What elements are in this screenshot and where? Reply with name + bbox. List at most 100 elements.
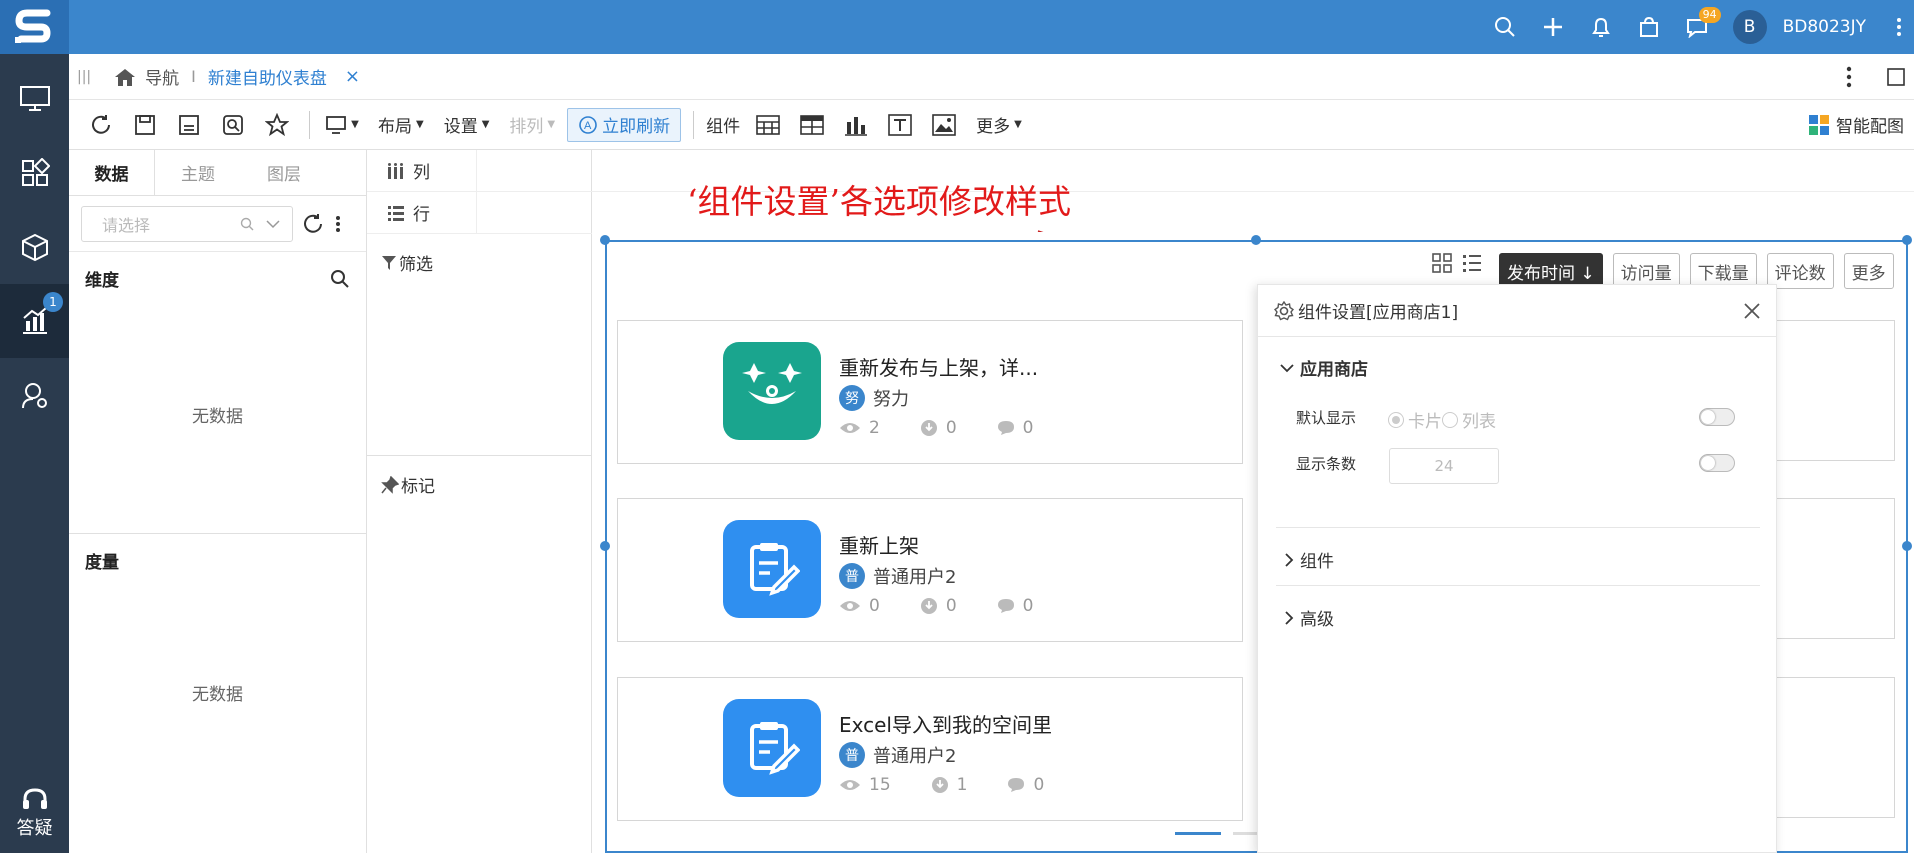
author-badge: 普 [839, 563, 865, 589]
layout-dropdown[interactable]: 布局 ▼ [370, 108, 432, 142]
preview-icon[interactable] [213, 108, 253, 142]
app-card-author: 普普通用户2 [839, 563, 956, 589]
message-icon[interactable]: 94 [1673, 0, 1721, 54]
home-icon[interactable] [113, 67, 137, 87]
filter-shelf[interactable]: 筛选 [381, 250, 433, 275]
tab-layer[interactable]: 图层 [241, 150, 327, 195]
user-settings-icon [21, 383, 47, 409]
default-display-toggle[interactable] [1699, 408, 1735, 426]
comment-icon [997, 599, 1014, 613]
gear-icon [1274, 300, 1294, 320]
table-icon[interactable] [748, 108, 788, 142]
refresh-icon[interactable] [81, 108, 121, 142]
bell-icon[interactable] [1577, 0, 1625, 54]
resize-handle[interactable] [600, 541, 610, 551]
display-count-input[interactable]: 24 [1389, 448, 1499, 484]
pagination-active[interactable] [1175, 832, 1221, 835]
tab-theme[interactable]: 主题 [155, 150, 241, 195]
close-icon[interactable] [1744, 302, 1760, 319]
sort-more-button[interactable]: 更多 [1843, 253, 1894, 289]
app-card-right[interactable] [1770, 677, 1895, 818]
sidebar-item-monitor[interactable] [0, 62, 69, 136]
filter-icon [382, 255, 396, 270]
panel-title: 组件设置[应用商店1] [1298, 303, 1459, 323]
resize-handle[interactable] [600, 235, 610, 245]
dataset-select-row: 请选择 [69, 196, 366, 252]
radio-list[interactable] [1442, 411, 1458, 428]
list-view-icon[interactable] [1462, 253, 1482, 273]
arrange-dropdown[interactable]: 排列 ▼ [501, 108, 563, 142]
group-component[interactable]: 组件 [1284, 547, 1334, 572]
drag-handle-icon[interactable]: ||| [77, 69, 91, 85]
app-clown-icon [723, 342, 821, 440]
add-icon[interactable] [1529, 0, 1577, 54]
avatar[interactable]: B [1732, 10, 1767, 44]
help-button[interactable]: 答疑 [0, 773, 69, 853]
tab-more-icon[interactable] [1846, 66, 1852, 88]
fullscreen-icon[interactable] [1886, 67, 1906, 87]
tab-dashboard[interactable]: 新建自助仪表盘 [208, 64, 327, 89]
save-icon[interactable] [125, 108, 165, 142]
chevron-right-icon [1285, 552, 1294, 567]
crosstab-icon[interactable] [792, 108, 832, 142]
dataset-select[interactable]: 请选择 [81, 205, 293, 242]
app-logo[interactable] [0, 0, 69, 54]
app-card-title[interactable]: 重新发布与上架，详... [839, 352, 1038, 381]
download-count: 0 [945, 596, 957, 616]
comment-count: 0 [1033, 775, 1045, 795]
sidebar-item-apps[interactable] [0, 136, 69, 210]
tab-home[interactable]: 导航 [145, 64, 179, 89]
eye-icon [840, 423, 860, 433]
display-mode-radio[interactable]: 卡片 列表 [1388, 407, 1496, 432]
component-settings-panel: 组件设置[应用商店1] 应用商店 默认显示 卡片 列表 显示条数 24 组件 高… [1257, 284, 1777, 853]
group-advanced[interactable]: 高级 [1284, 605, 1334, 630]
sidebar-item-analytics[interactable]: 1 [0, 284, 69, 358]
columns-label: 列 [413, 163, 430, 183]
tab-close-icon[interactable]: × [345, 66, 360, 87]
grid-view-icon[interactable] [1432, 253, 1452, 273]
smart-chart-button[interactable]: 智能配图 [1808, 108, 1904, 142]
resize-handle[interactable] [1251, 235, 1261, 245]
save-as-icon[interactable] [169, 108, 209, 142]
more-vertical-icon[interactable] [1884, 0, 1914, 54]
more-vertical-icon[interactable] [335, 215, 341, 233]
layout-label: 布局 [378, 117, 412, 137]
tab-data[interactable]: 数据 [69, 150, 155, 195]
display-count-toggle[interactable] [1699, 454, 1735, 472]
refresh-now-button[interactable]: A 立即刷新 [567, 107, 682, 142]
chevron-down-icon [1280, 363, 1294, 372]
radio-card[interactable] [1388, 411, 1404, 428]
download-icon [931, 777, 948, 793]
display-dropdown[interactable]: ▼ [318, 108, 366, 142]
sidebar-item-user-settings[interactable] [0, 358, 69, 432]
sidebar-item-cube[interactable] [0, 210, 69, 284]
author-badge: 努 [839, 385, 865, 411]
image-icon[interactable] [924, 108, 964, 142]
resize-handle[interactable] [1902, 235, 1912, 245]
section-app-store[interactable]: 应用商店 [1280, 355, 1368, 380]
app-card-right[interactable] [1770, 498, 1895, 639]
monitor-icon [19, 86, 50, 111]
resize-handle[interactable] [1902, 541, 1912, 551]
analytics-icon [22, 307, 47, 334]
filter-label: 筛选 [399, 255, 433, 275]
app-card-title[interactable]: Excel导入到我的空间里 [839, 709, 1052, 738]
app-card-stats: 2 0 0 [839, 418, 1073, 438]
search-icon [331, 269, 349, 288]
bar-chart-icon[interactable] [836, 108, 876, 142]
user-name[interactable]: BD8023JY [1783, 17, 1866, 37]
refresh-icon[interactable] [301, 212, 325, 236]
display-count-label: 显示条数 [1296, 455, 1357, 473]
mark-shelf[interactable]: 标记 [381, 472, 435, 497]
app-card-title[interactable]: 重新上架 [839, 530, 919, 559]
monitor-icon [326, 115, 347, 134]
star-icon[interactable] [257, 108, 297, 142]
settings-dropdown[interactable]: 设置 ▼ [436, 108, 498, 142]
app-card[interactable] [617, 320, 1243, 464]
text-icon[interactable] [880, 108, 920, 142]
bag-icon[interactable] [1625, 0, 1673, 54]
columns-shelf[interactable]: 列 [367, 149, 1914, 192]
search-icon[interactable] [1481, 0, 1529, 54]
more-dropdown[interactable]: 更多 ▼ [968, 108, 1030, 142]
app-card-right[interactable] [1770, 320, 1895, 461]
